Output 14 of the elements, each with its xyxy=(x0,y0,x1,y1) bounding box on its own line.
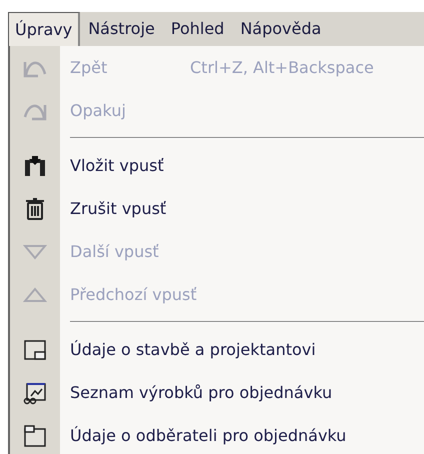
menu-bar-item[interactable]: Úpravy xyxy=(8,12,80,46)
window-tab-icon xyxy=(23,424,47,448)
menu-bar-item[interactable]: Nástroje xyxy=(80,12,163,46)
menu-item[interactable]: Údaje o stavbě a projektantovi xyxy=(10,328,424,371)
menu-bar-item[interactable]: Pohled xyxy=(162,12,232,46)
menu-bar-item[interactable]: Nápověda xyxy=(232,12,330,46)
trash-icon xyxy=(23,196,47,220)
menu-item[interactable]: Vložit vpusť xyxy=(10,144,424,187)
insert-down-arrow-icon xyxy=(23,154,47,178)
chart-list-icon xyxy=(23,380,47,404)
menu-item[interactable]: Zrušit vpusť xyxy=(10,187,424,230)
window-panel-icon xyxy=(23,338,47,362)
menu-item[interactable]: Seznam výrobků pro objednávku xyxy=(10,371,424,414)
menu-item[interactable]: Údaje o odběrateli pro objednávku xyxy=(10,414,424,454)
